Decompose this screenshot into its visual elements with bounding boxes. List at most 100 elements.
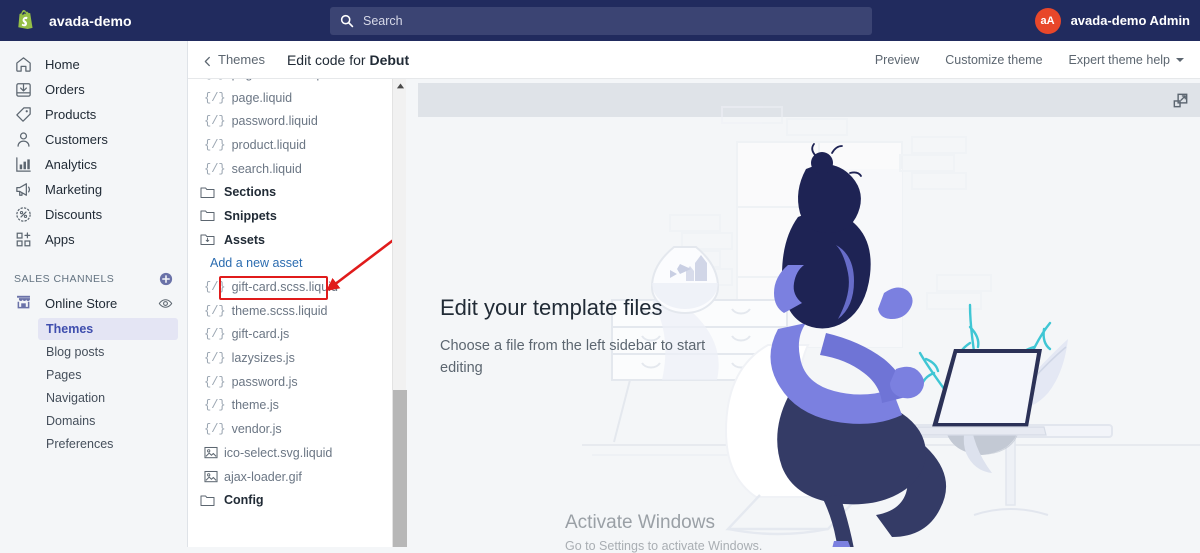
file-tree-folder-snippets[interactable]: Snippets — [188, 204, 405, 228]
customize-theme-button[interactable]: Customize theme — [945, 53, 1042, 67]
file-name: ico-select.svg.liquid — [224, 445, 333, 460]
file-tree-item[interactable]: {/} password.liquid — [188, 109, 405, 133]
sidebar-item-home[interactable]: Home — [0, 52, 187, 77]
expert-theme-help-dropdown[interactable]: Expert theme help — [1069, 53, 1184, 67]
sidebar-item-themes[interactable]: Themes — [38, 318, 178, 340]
editor-empty-state: Edit your template files Choose a file f… — [440, 295, 740, 380]
file-name: lazysizes.js — [231, 351, 295, 366]
avatar: aA — [1034, 7, 1061, 34]
sidebar-item-online-store[interactable]: Online Store — [0, 290, 187, 317]
user-menu[interactable]: aA avada-demo Admin — [1034, 0, 1190, 41]
file-name: gift-card.js — [231, 327, 290, 342]
scroll-up-arrow-icon[interactable] — [393, 79, 407, 92]
sidebar-item-customers[interactable]: Customers — [0, 127, 187, 152]
sidebar: Home Orders Products Customers Analytics… — [0, 41, 188, 547]
sidebar-sub-label: Preferences — [46, 437, 114, 451]
file-name: password.js — [231, 374, 298, 389]
page-title-prefix: Edit code for — [286, 51, 370, 68]
file-tree-folder-config[interactable]: Config — [188, 488, 405, 512]
file-tree-item[interactable]: {/} theme.scss.liquid — [188, 299, 405, 323]
file-tree-item[interactable]: {/} search.liquid — [188, 157, 405, 181]
sidebar-item-apps[interactable]: Apps — [0, 227, 187, 252]
chevron-down-icon — [1176, 58, 1184, 62]
breadcrumb-label: Themes — [218, 52, 265, 67]
breadcrumb-back-themes[interactable]: Themes — [203, 52, 265, 67]
sales-channels-header: SALES CHANNELS — [0, 268, 187, 290]
liquid-file-icon: {/} — [204, 374, 226, 389]
page-title: Edit code for Debut — [287, 52, 409, 68]
file-tree-item[interactable]: {/} gift-card.scss.liquid — [188, 275, 405, 299]
sidebar-item-label: Home — [45, 57, 80, 72]
plus-circle-icon[interactable] — [159, 272, 173, 286]
file-tree-item[interactable]: ico-select.svg.liquid — [188, 441, 405, 465]
file-tree-item[interactable]: {/} password.js — [188, 370, 405, 394]
search-placeholder: Search — [363, 14, 403, 28]
file-name: gift-card.scss.liquid — [231, 280, 338, 295]
file-tree-item[interactable]: {/} page.contact.liquid — [188, 79, 405, 86]
sidebar-item-label: Customers — [45, 132, 108, 147]
file-name: theme.scss.liquid — [231, 303, 328, 318]
brand-name: avada-demo — [49, 12, 132, 29]
analytics-bars-icon — [14, 155, 33, 174]
file-tree-item[interactable]: {/} lazysizes.js — [188, 346, 405, 370]
file-tree-item[interactable]: {/} page.liquid — [188, 86, 405, 110]
storefront-icon — [14, 292, 33, 316]
file-tree-scrollbar[interactable] — [392, 79, 407, 547]
sidebar-item-analytics[interactable]: Analytics — [0, 152, 187, 177]
liquid-file-icon: {/} — [204, 90, 226, 105]
empty-state-subtitle: Choose a file from the left sidebar to s… — [440, 338, 706, 377]
folder-icon — [200, 186, 215, 199]
sidebar-item-products[interactable]: Products — [0, 102, 187, 127]
search-input[interactable]: Search — [330, 7, 872, 35]
file-tree-item[interactable]: {/} gift-card.js — [188, 323, 405, 347]
sidebar-item-label: Apps — [45, 232, 75, 247]
sidebar-item-blog-posts[interactable]: Blog posts — [38, 341, 178, 363]
page-title-theme: Debut — [369, 51, 410, 68]
sidebar-item-marketing[interactable]: Marketing — [0, 177, 187, 202]
file-tree-item[interactable]: {/} theme.js — [188, 394, 405, 418]
eye-icon[interactable] — [158, 296, 173, 311]
apps-grid-plus-icon — [14, 230, 33, 249]
preview-button[interactable]: Preview — [875, 53, 919, 67]
add-a-new-asset-link[interactable]: Add a new asset — [188, 252, 405, 276]
content-header: Themes Edit code for Debut Preview Custo… — [188, 41, 1200, 79]
home-icon — [14, 55, 33, 74]
folder-icon — [200, 494, 215, 507]
file-name: theme.js — [231, 398, 279, 413]
products-tag-icon — [14, 105, 33, 124]
file-tree-item[interactable]: {/} vendor.js — [188, 417, 405, 441]
file-tree[interactable]: {/} page.contact.liquid {/} page.liquid … — [188, 79, 406, 547]
sidebar-item-orders[interactable]: Orders — [0, 77, 187, 102]
file-name: page.liquid — [231, 90, 293, 105]
file-name: search.liquid — [231, 161, 302, 176]
top-bar: avada-demo Search aA avada-demo Admin — [0, 0, 1200, 41]
folder-name: Assets — [224, 232, 265, 247]
scrollbar-thumb[interactable] — [393, 390, 407, 547]
sidebar-item-discounts[interactable]: Discounts — [0, 202, 187, 227]
sidebar-sub-label: Pages — [46, 368, 82, 382]
file-tree-folder-assets[interactable]: Assets — [188, 228, 405, 252]
file-tree-item[interactable]: ajax-loader.gif — [188, 465, 405, 489]
sidebar-item-navigation[interactable]: Navigation — [38, 387, 178, 409]
discounts-percent-icon — [14, 205, 33, 224]
brand-block[interactable]: avada-demo — [0, 0, 188, 41]
editor-pane: Edit your template files Choose a file f… — [407, 79, 1200, 547]
sidebar-item-pages[interactable]: Pages — [38, 364, 178, 386]
sidebar-item-domains[interactable]: Domains — [38, 410, 178, 432]
sales-channels-label: SALES CHANNELS — [14, 273, 115, 285]
file-name: ajax-loader.gif — [224, 469, 302, 484]
image-file-icon — [204, 470, 218, 483]
search-icon — [340, 14, 354, 28]
sidebar-item-label: Marketing — [45, 182, 103, 197]
liquid-file-icon: {/} — [204, 351, 226, 366]
liquid-file-icon: {/} — [204, 422, 226, 437]
sidebar-item-preferences[interactable]: Preferences — [38, 433, 178, 455]
chevron-left-icon — [203, 54, 212, 67]
file-tree-item[interactable]: {/} product.liquid — [188, 133, 405, 157]
folder-download-icon — [200, 233, 215, 246]
file-name: product.liquid — [231, 137, 306, 152]
file-tree-folder-sections[interactable]: Sections — [188, 180, 405, 204]
liquid-file-icon: {/} — [204, 79, 226, 81]
liquid-file-icon: {/} — [204, 137, 226, 152]
user-name: avada-demo Admin — [1070, 13, 1190, 28]
